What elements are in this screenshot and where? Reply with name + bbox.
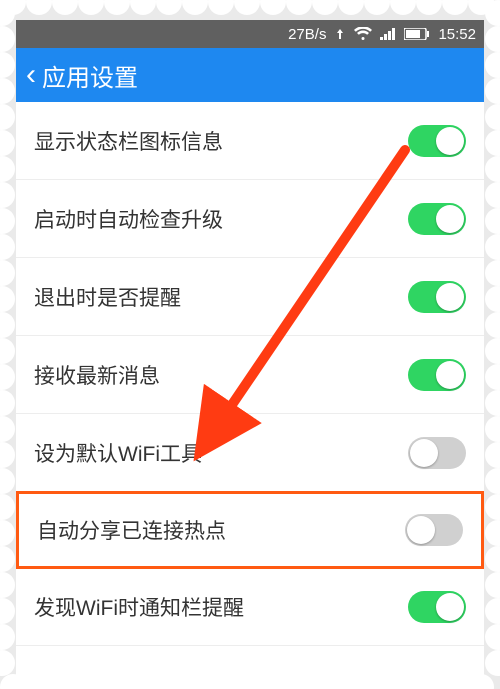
battery-icon xyxy=(404,28,430,40)
toggle-knob xyxy=(436,283,464,311)
setting-row: 发现WiFi时通知栏提醒 xyxy=(16,568,484,646)
toggle-knob xyxy=(436,361,464,389)
setting-label: 启动时自动检查升级 xyxy=(34,204,223,234)
toggle-knob xyxy=(436,205,464,233)
setting-row: 退出时是否提醒 xyxy=(16,258,484,336)
toggle-switch[interactable] xyxy=(408,281,466,313)
toggle-switch[interactable] xyxy=(408,125,466,157)
setting-row: 自动分享已连接热点 xyxy=(16,491,484,569)
toggle-switch[interactable] xyxy=(408,203,466,235)
settings-list: 显示状态栏图标信息启动时自动检查升级退出时是否提醒接收最新消息设为默认WiFi工… xyxy=(16,102,484,689)
setting-row: 设为默认WiFi工具 xyxy=(16,414,484,492)
toggle-switch[interactable] xyxy=(405,514,463,546)
app-header: ‹ 应用设置 xyxy=(16,48,484,102)
signal-icon xyxy=(380,28,396,40)
status-bar: 27B/s 15:52 xyxy=(16,20,484,48)
toggle-knob xyxy=(407,516,435,544)
toggle-switch[interactable] xyxy=(408,359,466,391)
setting-label: 显示状态栏图标信息 xyxy=(34,126,223,156)
toggle-knob xyxy=(436,593,464,621)
setting-label: 设为默认WiFi工具 xyxy=(34,438,202,468)
setting-label: 发现WiFi时通知栏提醒 xyxy=(34,592,244,622)
setting-label: 自动分享已连接热点 xyxy=(37,515,226,545)
device-screen: 27B/s 15:52 ‹ 应用设置 显示状态栏图标信息启动时自动检查升级退出时… xyxy=(16,20,484,689)
setting-row-partial xyxy=(16,646,484,689)
clock: 15:52 xyxy=(438,26,476,43)
network-speed: 27B/s xyxy=(288,26,326,43)
toggle-knob xyxy=(436,127,464,155)
setting-label: 接收最新消息 xyxy=(34,360,160,390)
toggle-knob xyxy=(410,439,438,467)
data-icon xyxy=(334,28,346,40)
toggle-switch[interactable] xyxy=(408,437,466,469)
wifi-icon xyxy=(354,27,372,41)
setting-row: 接收最新消息 xyxy=(16,336,484,414)
page-title: 应用设置 xyxy=(42,58,138,93)
back-icon[interactable]: ‹ xyxy=(26,60,36,90)
setting-row: 显示状态栏图标信息 xyxy=(16,102,484,180)
toggle-switch[interactable] xyxy=(408,591,466,623)
setting-label: 退出时是否提醒 xyxy=(34,282,181,312)
setting-row: 启动时自动检查升级 xyxy=(16,180,484,258)
